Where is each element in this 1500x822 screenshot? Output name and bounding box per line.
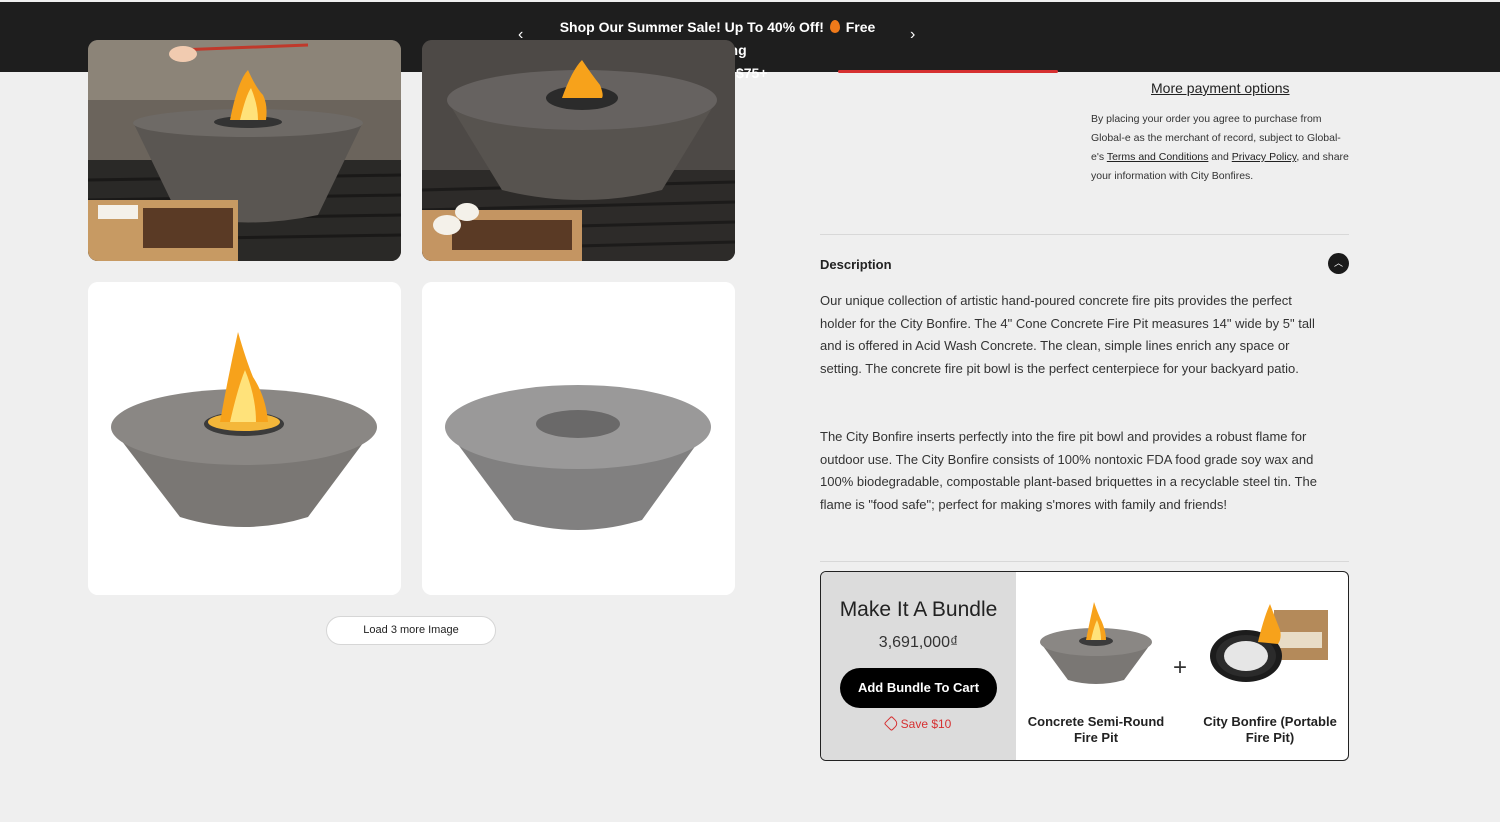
- chevron-up-icon[interactable]: ︿: [1328, 253, 1349, 274]
- bundle-product-name[interactable]: Concrete Semi-Round Fire Pit: [1021, 714, 1171, 746]
- purchase-legal-text: By placing your order you agree to purch…: [1091, 110, 1351, 186]
- description-paragraph-1: Our unique collection of artistic hand-p…: [820, 293, 1315, 377]
- product-image-fire-pit-closeup[interactable]: [422, 40, 735, 261]
- plus-icon: +: [1173, 654, 1188, 681]
- price-tag-icon: [883, 715, 899, 732]
- bundle-product-image[interactable]: [1206, 592, 1334, 692]
- privacy-policy-link[interactable]: Privacy Policy: [1232, 151, 1297, 163]
- description-heading[interactable]: Description: [820, 257, 892, 272]
- add-bundle-to-cart-button[interactable]: Add Bundle To Cart: [840, 668, 997, 708]
- product-image-fire-pit-lit[interactable]: [88, 282, 401, 595]
- bundle-title: Make It A Bundle: [839, 598, 998, 621]
- announcement-line1: Shop Our Summer Sale! Up To 40% Off!: [559, 19, 824, 35]
- bundle-price: 3,691,000₫: [878, 634, 959, 651]
- divider: [820, 561, 1349, 562]
- product-image-smores-table[interactable]: [88, 40, 401, 261]
- bundle-savings: Save $10: [821, 715, 1016, 732]
- bundle-product-image[interactable]: [1032, 592, 1160, 692]
- legal-text-and: and: [1208, 151, 1232, 163]
- terms-link[interactable]: Terms and Conditions: [1107, 151, 1209, 163]
- product-image-fire-pit-empty[interactable]: [422, 282, 735, 595]
- bundle-product[interactable]: Concrete Semi-Round Fire Pit: [1021, 592, 1171, 746]
- description-paragraph-2: The City Bonfire inserts perfectly into …: [820, 429, 1317, 513]
- buy-button-edge[interactable]: [838, 70, 1058, 73]
- chevron-right-icon[interactable]: ›: [910, 26, 915, 44]
- bundle-save-text: Save $10: [900, 717, 952, 731]
- load-more-images-button[interactable]: Load 3 more Image: [326, 616, 496, 645]
- more-payment-options-link[interactable]: More payment options: [1151, 80, 1290, 96]
- bundle-widget: Make It A Bundle 3,691,000₫ Add Bundle T…: [820, 571, 1349, 761]
- divider: [820, 234, 1349, 235]
- bundle-summary: Make It A Bundle 3,691,000₫ Add Bundle T…: [821, 572, 1016, 760]
- fire-icon: [829, 20, 840, 33]
- bundle-product[interactable]: City Bonfire (Portable Fire Pit): [1195, 592, 1345, 746]
- bundle-product-name[interactable]: City Bonfire (Portable Fire Pit): [1195, 714, 1345, 746]
